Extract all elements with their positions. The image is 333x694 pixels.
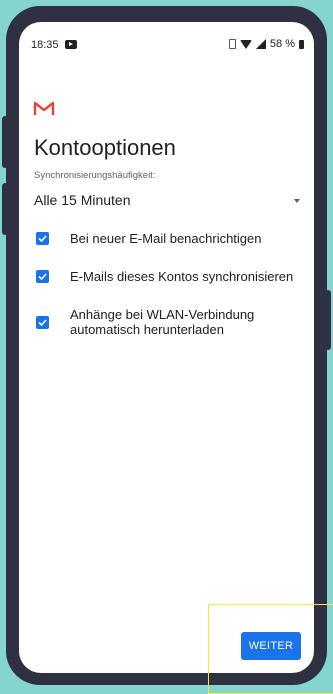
checkbox-attachments[interactable]: [36, 316, 49, 329]
option-sync-label: E-Mails dieses Kontos synchronisieren: [70, 269, 294, 284]
sync-frequency-label: Synchronisierungshäufigkeit:: [34, 170, 156, 181]
option-sync[interactable]: E-Mails dieses Kontos synchronisieren: [34, 269, 304, 289]
wifi-icon: [239, 39, 252, 49]
option-notify-label: Bei neuer E-Mail benachrichtigen: [70, 231, 262, 246]
side-button-right: [325, 290, 331, 350]
signal-icon: [255, 39, 266, 49]
checkmark-icon: [38, 273, 47, 281]
status-icons: 58 %: [228, 38, 304, 50]
status-time: 18:35: [31, 39, 59, 51]
battery-percentage: 58 %: [269, 38, 295, 50]
checkmark-icon: [38, 235, 47, 243]
dropdown-arrow-icon: [294, 199, 300, 203]
youtube-notification-icon: [65, 40, 77, 49]
battery-icon: [299, 39, 304, 49]
option-notify[interactable]: Bei neuer E-Mail benachrichtigen: [34, 231, 304, 251]
sync-frequency-value: Alle 15 Minuten: [34, 192, 131, 208]
sync-frequency-dropdown[interactable]: Alle 15 Minuten: [34, 190, 300, 212]
gmail-logo-icon: [33, 101, 55, 115]
checkmark-icon: [38, 319, 47, 327]
vibrate-icon: [228, 39, 236, 49]
checkbox-notify[interactable]: [36, 232, 49, 245]
phone-screen: 18:35 58 % Kontooptionen Synchronisierun…: [19, 22, 314, 673]
option-attachments-label: Anhänge bei WLAN-Verbindung automatisch …: [70, 307, 255, 337]
highlight-box: [208, 604, 333, 694]
volume-button: [2, 116, 8, 168]
page-title: Kontooptionen: [34, 135, 176, 160]
power-button: [2, 183, 8, 235]
checkbox-sync[interactable]: [36, 270, 49, 283]
status-bar: 18:35 58 %: [19, 22, 314, 66]
option-attachments[interactable]: Anhänge bei WLAN-Verbindung automatisch …: [34, 307, 304, 341]
